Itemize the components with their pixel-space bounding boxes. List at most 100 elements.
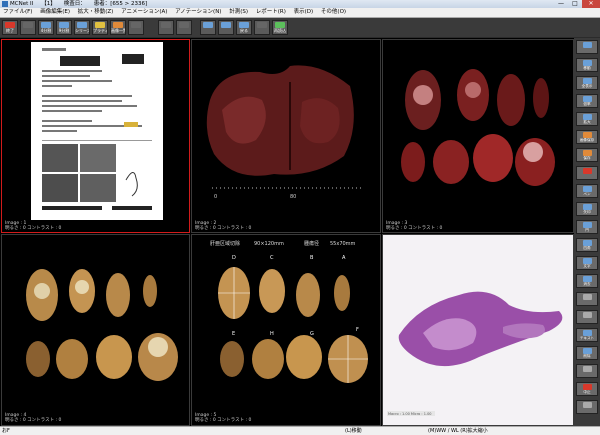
sidebar-button-17[interactable]: 削除 [576, 346, 598, 360]
annotation-letter-f: F [356, 327, 359, 333]
sidebar-button-0[interactable] [576, 40, 598, 54]
toolbar-button-label: 4分割 [40, 28, 52, 33]
image-pane-1[interactable]: Image : 1 明るさ : 0 コントラスト : 0 [1, 39, 190, 233]
toolbar-button-11[interactable] [218, 20, 234, 35]
report-document-image [31, 42, 163, 220]
image-pane-5[interactable]: 肝亜区域切除 90×120mm 腫瘍径 55x70mm D C B A F G … [191, 234, 381, 426]
blank-icon [582, 402, 592, 408]
sidebar-button-label: 全表示 [581, 84, 593, 88]
toolbar: 終了 4分割 9分割シリーズプラティブ画像一覧 戻る 再読込 [0, 18, 600, 37]
toolbar-button-2[interactable]: 4分割 [38, 20, 54, 35]
toolbar-button-0[interactable]: 終了 [2, 20, 18, 35]
menu-zoom-move[interactable]: 拡大・移動(Z) [78, 9, 114, 15]
sidebar-button-12[interactable]: 文字 [576, 256, 598, 270]
blank-icon [131, 22, 141, 28]
title-field-3: 患者：[655 > 2336] [93, 1, 148, 7]
menu-image-edit[interactable]: 画像編集(E) [40, 9, 70, 15]
menu-measure[interactable]: 計測(S) [229, 9, 248, 15]
sidebar-button-label: 倍率 [583, 102, 591, 106]
cursor-icon [582, 42, 592, 48]
left-arrow-icon [203, 22, 213, 28]
toolbar-button-5[interactable]: プラティブ [92, 20, 108, 35]
sidebar-button-11[interactable]: 四角 [576, 238, 598, 252]
toolbar-button-4[interactable]: シリーズ [74, 20, 90, 35]
blank-icon [582, 366, 592, 372]
annotation-size-2: 55x70mm [330, 241, 356, 247]
toolbar-button-8[interactable] [158, 20, 174, 35]
sidebar-button-20[interactable] [576, 400, 598, 414]
sidebar-button-label: 消去 [583, 282, 591, 286]
toolbar-button-label: プラティブ [93, 28, 107, 33]
menu-animation[interactable]: アニメーション(A) [121, 9, 167, 15]
fixed-liver-slices-image [26, 269, 178, 381]
sidebar-button-label: 円 [585, 228, 589, 232]
toolbar-button-1[interactable] [20, 20, 36, 35]
image-pane-2[interactable]: 0 80 Image : 2 明るさ : 0 コントラスト : 0 [191, 39, 381, 233]
minimize-button[interactable]: — [554, 0, 568, 8]
image-pane-3[interactable]: Image : 3 明るさ : 0 コントラスト : 0 [382, 39, 574, 233]
sidebar-button-label: テキスト [579, 336, 595, 340]
sidebar-button-3[interactable]: 倍率 [576, 94, 598, 108]
sidebar-button-7[interactable] [576, 166, 598, 180]
menu-annotation[interactable]: アノテーション(N) [175, 9, 221, 15]
sidebar-button-6[interactable]: 保存 [576, 148, 598, 162]
sidebar-button-label: 矢印 [583, 210, 591, 214]
annotated-slices-image: 肝亜区域切除 90×120mm 腫瘍径 55x70mm D C B A F G … [210, 240, 368, 383]
title-field-2: 検査日： [63, 1, 86, 7]
toolbar-button-7[interactable] [128, 20, 144, 35]
title-bar: MCNet II 【1】 検査日： 患者：[655 > 2336] — □ ✕ [0, 0, 600, 8]
blank-icon [161, 22, 171, 28]
sidebar-button-5[interactable]: 画像保存 [576, 130, 598, 144]
sidebar-button-18[interactable] [576, 364, 598, 378]
sidebar-button-1[interactable]: 移動 [576, 58, 598, 72]
menu-display[interactable]: 表示(D) [294, 9, 314, 15]
toolbar-button-label: 再読込 [274, 28, 286, 33]
sidebar-button-label: 拡大 [583, 120, 591, 124]
sidebar-button-2[interactable]: 全表示 [576, 76, 598, 90]
sidebar-button-14[interactable] [576, 292, 598, 306]
blank-icon [179, 22, 189, 28]
sidebar-button-9[interactable]: 矢印 [576, 202, 598, 216]
sidebar-button-8[interactable]: ペン [576, 184, 598, 198]
sidebar-button-13[interactable]: 消去 [576, 274, 598, 288]
toolbar-button-label: 終了 [6, 28, 14, 33]
sidebar-button-15[interactable] [576, 310, 598, 324]
toolbar-button-label: 戻る [240, 28, 248, 33]
sidebar-button-10[interactable]: 円 [576, 220, 598, 234]
menu-report[interactable]: レポート(R) [256, 9, 286, 15]
menu-other[interactable]: その他(O) [321, 9, 346, 15]
toolbar-button-6[interactable]: 画像一覧 [110, 20, 126, 35]
maximize-button[interactable]: □ [568, 0, 582, 8]
annotation-letter-h: H [270, 331, 274, 337]
annotation-letter-g: G [310, 331, 314, 337]
histology-image: Macro : 1.00 Micro : 1.00 [383, 235, 573, 425]
sidebar-button-16[interactable]: テキスト [576, 328, 598, 342]
sidebar-button-label: 移動 [583, 66, 591, 70]
annotation-tumor-label: 腫瘍径 [304, 240, 319, 247]
toolbar-button-label: シリーズ [75, 28, 89, 33]
micro-caption: Macro : 1.00 Micro : 1.00 [388, 412, 432, 416]
image-pane-6[interactable]: Macro : 1.00 Micro : 1.00 [382, 234, 574, 426]
sidebar-button-4[interactable]: 拡大 [576, 112, 598, 126]
sidebar-button-19[interactable]: 中止 [576, 382, 598, 396]
scale-label-80: 80 [290, 194, 296, 200]
app-icon [2, 1, 8, 7]
pane-1-info-label: 明るさ : 0 コントラスト : 0 [5, 226, 62, 231]
sidebar-button-label: 文字 [583, 264, 591, 268]
pane-5-info-label: 明るさ : 0 コントラスト : 0 [195, 418, 252, 423]
sidebar-button-label: ペン [583, 192, 591, 196]
annotation-letter-e: E [232, 331, 235, 337]
toolbar-button-13[interactable] [254, 20, 270, 35]
menu-file[interactable]: ファイル(F) [3, 9, 32, 15]
pane-3-info-label: 明るさ : 0 コントラスト : 0 [386, 226, 443, 231]
image-pane-4[interactable]: Image : 4 明るさ : 0 コントラスト : 0 [1, 234, 190, 426]
toolbar-button-14[interactable]: 再読込 [272, 20, 288, 35]
toolbar-button-10[interactable] [200, 20, 216, 35]
liver-specimen-image: 0 80 [206, 65, 362, 200]
annotation-size-1: 90×120mm [254, 241, 284, 247]
toolbar-button-12[interactable]: 戻る [236, 20, 252, 35]
toolbar-button-9[interactable] [176, 20, 192, 35]
close-button[interactable]: ✕ [582, 0, 600, 8]
toolbar-button-3[interactable]: 9分割 [56, 20, 72, 35]
annotation-letter-a: A [342, 255, 346, 261]
